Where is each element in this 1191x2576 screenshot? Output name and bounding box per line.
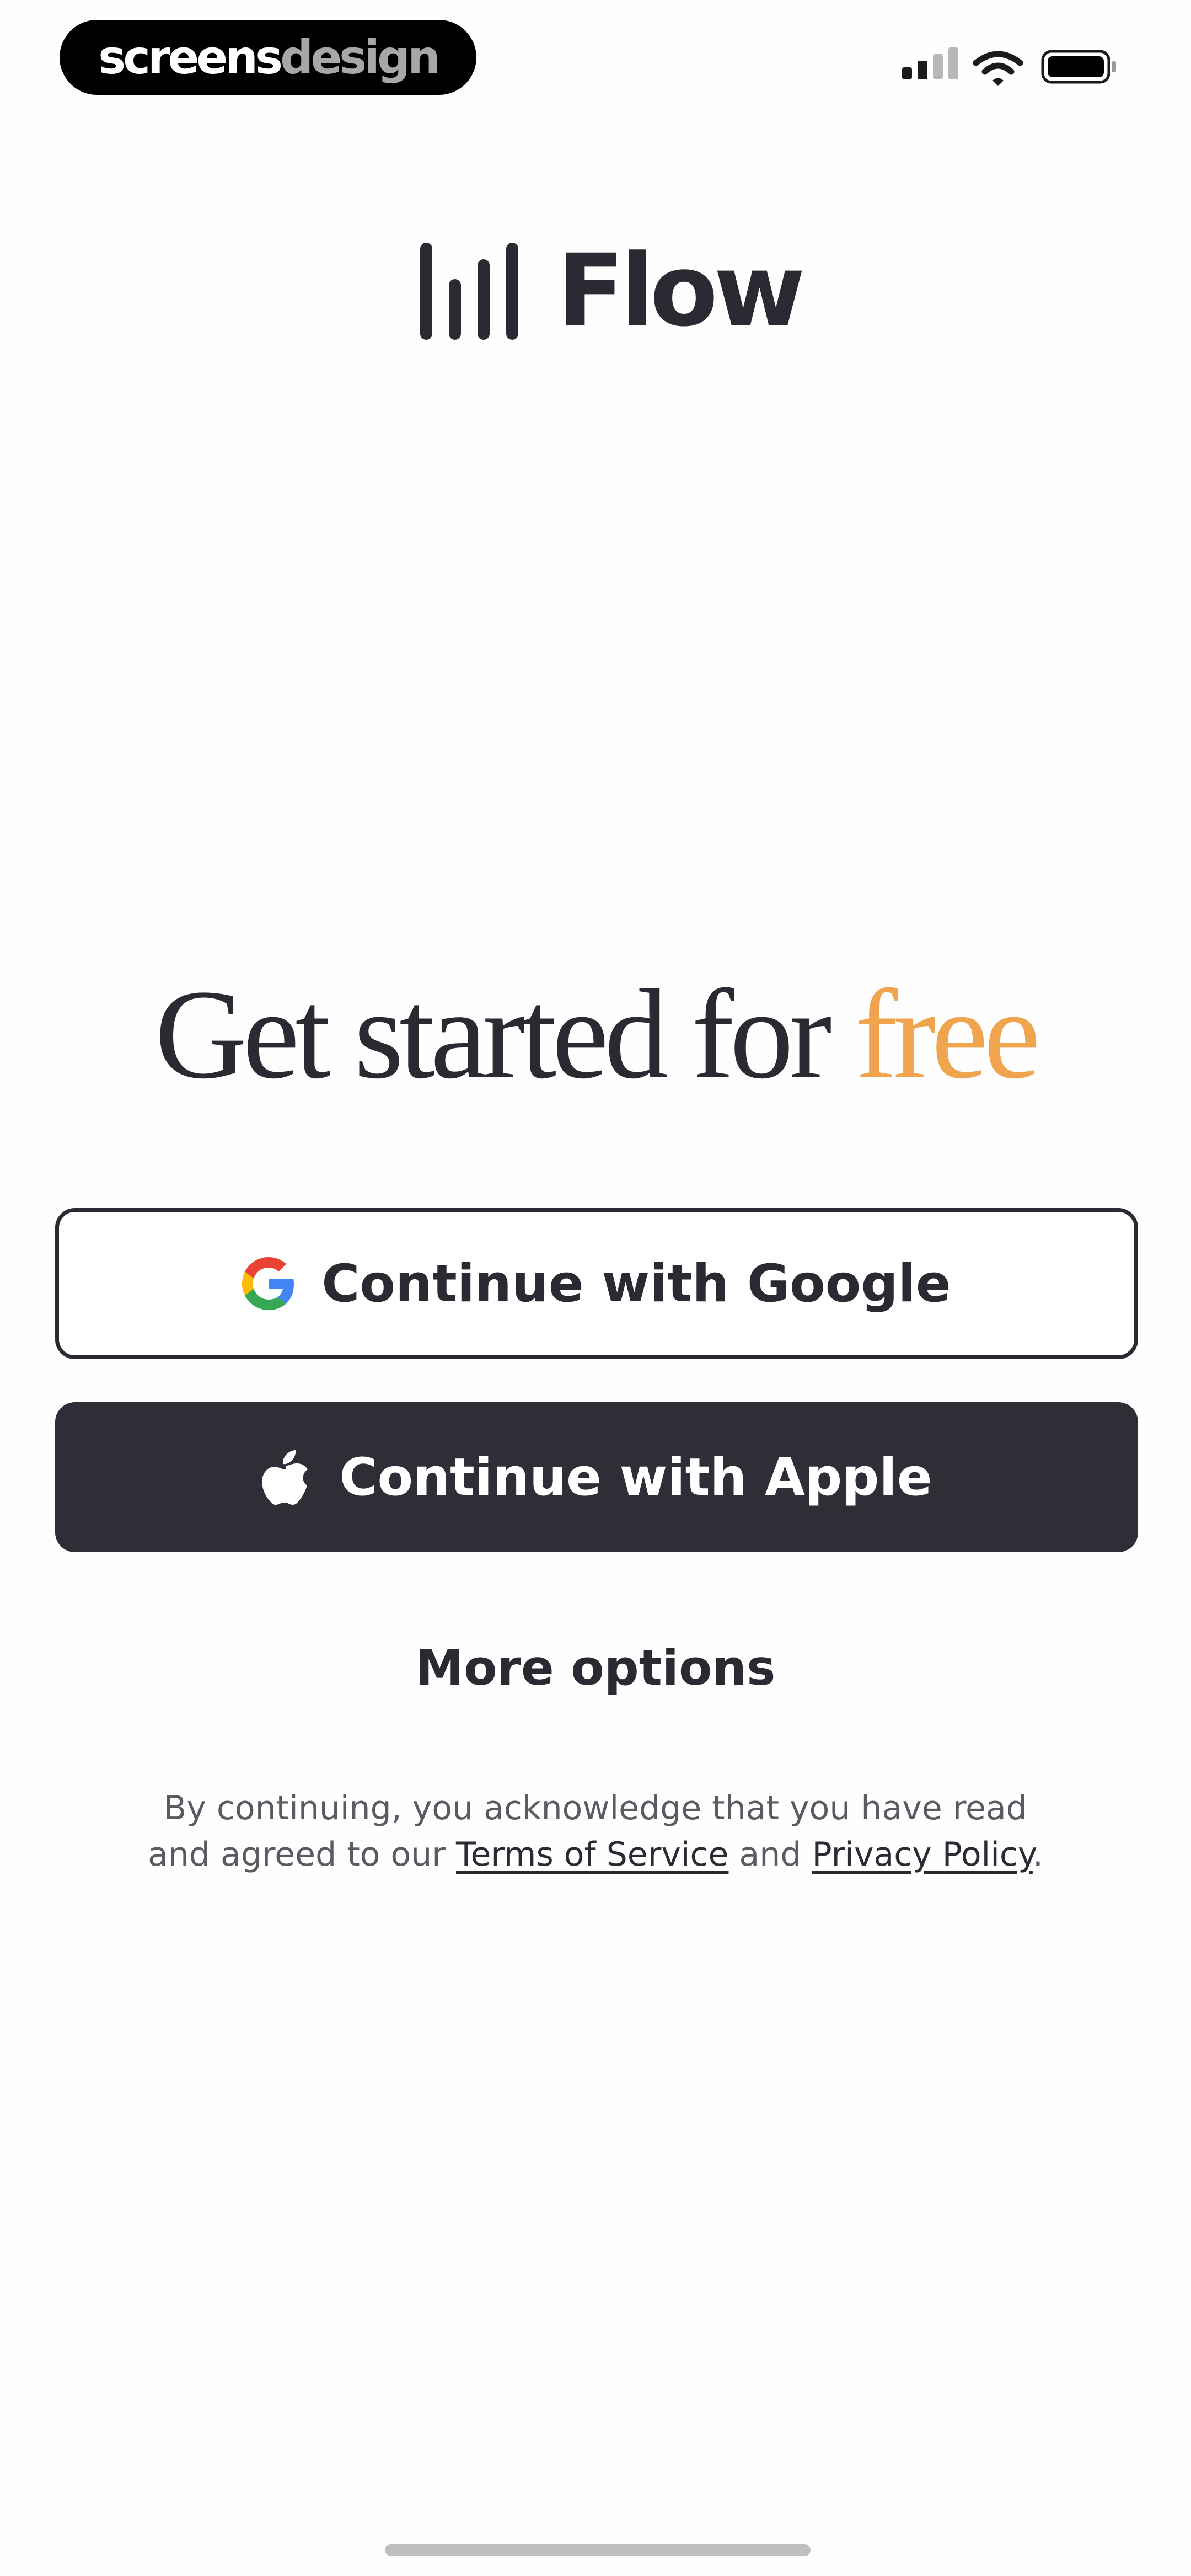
watermark-part1: screens — [98, 30, 283, 84]
legal-line2: and agreed to our Terms of Service and P… — [0, 1831, 1191, 1878]
home-indicator[interactable] — [385, 2544, 811, 2556]
continue-with-apple-button[interactable]: Continue with Apple — [55, 1402, 1138, 1552]
headline-accent: free — [855, 964, 1040, 1105]
audio-bars-logo-icon — [420, 243, 518, 340]
page-title: Get started for free — [0, 971, 1191, 1099]
brand-name: Flow — [557, 233, 806, 349]
legal-and: and — [728, 1835, 812, 1874]
wifi-icon — [973, 51, 1023, 86]
flow-logo: Flow — [419, 233, 806, 349]
cellular-signal-icon — [902, 47, 958, 79]
legal-line1: By continuing, you acknowledge that you … — [164, 1789, 1027, 1827]
more-options-link[interactable]: More options — [0, 1639, 1191, 1696]
legal-suffix: . — [1032, 1835, 1043, 1874]
terms-of-service-link[interactable]: Terms of Service — [456, 1835, 728, 1874]
headline-text: Get started for — [154, 964, 855, 1105]
screensdesign-watermark: screens design — [60, 20, 476, 95]
legal-disclaimer: By continuing, you acknowledge that you … — [0, 1785, 1191, 1878]
apple-icon — [261, 1450, 308, 1505]
google-button-label: Continue with Google — [321, 1253, 951, 1314]
legal-line2-prefix: and agreed to our — [148, 1835, 457, 1874]
battery-icon — [1041, 50, 1116, 84]
apple-button-label: Continue with Apple — [339, 1447, 932, 1508]
continue-with-google-button[interactable]: Continue with Google — [55, 1208, 1138, 1359]
watermark-part2: design — [280, 30, 441, 84]
privacy-policy-link[interactable]: Privacy Policy — [812, 1835, 1032, 1874]
google-icon — [242, 1257, 294, 1310]
